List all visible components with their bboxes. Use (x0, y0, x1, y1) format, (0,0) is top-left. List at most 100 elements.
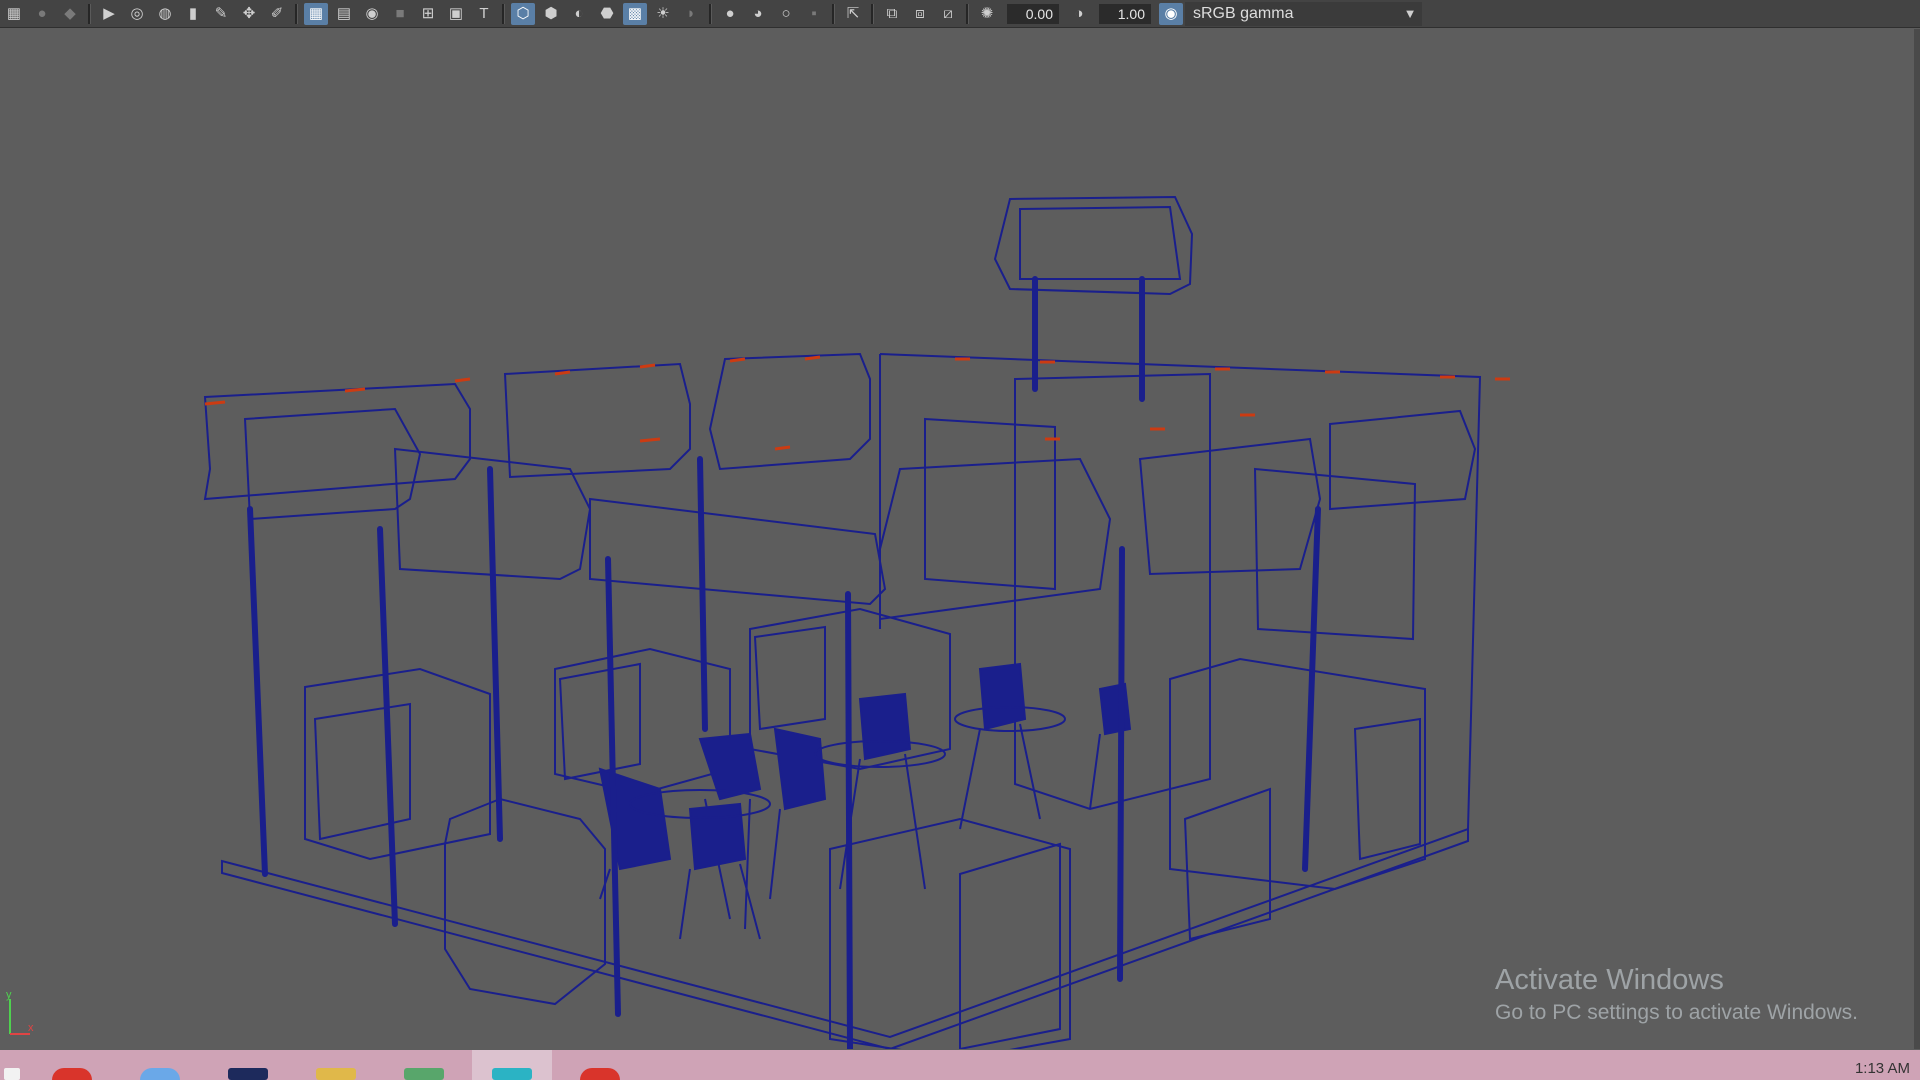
booth-right-1 (1169, 657, 1426, 941)
taskbar-chrome-2[interactable] (560, 1050, 640, 1080)
motion-blur-icon[interactable]: ◕ (746, 3, 770, 25)
folder-icon (316, 1068, 356, 1080)
safe-action-icon[interactable]: ▣ (444, 3, 468, 25)
marker (729, 357, 746, 363)
activate-windows-watermark: Activate Windows Go to PC settings to ac… (1495, 964, 1858, 1025)
exposure-icon[interactable]: ✺ (975, 3, 999, 25)
notepad-icon (404, 1068, 444, 1080)
beam-ring-1 (203, 382, 471, 501)
chrome-icon (52, 1068, 92, 1080)
toolbar-gates-group: ▦ ▤ ◉ ■ ⊞ ▣ T (302, 0, 498, 28)
wireframe-icon[interactable]: ⬡ (511, 2, 535, 25)
activate-windows-title: Activate Windows (1495, 964, 1724, 996)
toolbar-separator (709, 3, 712, 24)
lights-icon[interactable]: ☀ (651, 3, 675, 25)
viewport-toolbar: ▦ ● ◆ ▶ ◎ ◍ ▮ ✎ ✥ ✐ ▦ ▤ ◉ ■ ⊞ ▣ T ⬡ ⬢ ◐ … (0, 0, 1920, 28)
film-gate-icon[interactable]: ▤ (332, 3, 356, 25)
chevron-down-icon[interactable]: ▼ (1395, 2, 1425, 26)
gate-mask-icon[interactable]: ■ (388, 3, 412, 25)
marker (344, 387, 366, 393)
taskbar-file-explorer[interactable] (296, 1050, 376, 1080)
color-management-icon[interactable]: ◉ (1159, 2, 1183, 25)
beam-ring-9 (1329, 409, 1477, 511)
gamma-field[interactable]: 1.00 (1099, 3, 1151, 24)
safe-title-icon[interactable]: T (472, 3, 496, 25)
post (1302, 506, 1321, 872)
wireframe-scene (203, 195, 1510, 1049)
camera-attr-icon[interactable]: ◆ (58, 3, 82, 25)
photos-icon (140, 1068, 180, 1080)
beam-ring-7 (879, 457, 1112, 621)
marker (639, 363, 656, 369)
camera-attr-icon[interactable]: ◍ (153, 3, 177, 25)
taskbar-notepad[interactable] (384, 1050, 464, 1080)
photoshop-icon (228, 1068, 268, 1080)
marker (204, 400, 226, 406)
beam-ring-8 (1138, 437, 1322, 576)
post (697, 456, 708, 732)
taskbar-clock[interactable]: 1:13 AM (1855, 1060, 1910, 1077)
xray-joints-icon[interactable]: ⧉ (880, 3, 904, 25)
antialiasing-icon[interactable]: ○ (774, 3, 798, 25)
depth-of-field-icon[interactable]: ▪ (802, 3, 826, 25)
grid-icon[interactable]: ▦ (304, 2, 328, 25)
post (247, 506, 268, 877)
windows-taskbar: 1:13 AM (0, 1050, 1920, 1080)
windows-icon (4, 1068, 20, 1080)
perspective-viewport[interactable]: persp y x Activate Windows Go to PC sett… (0, 29, 1920, 1066)
toolbar-render-group: ● ◕ ○ ▪ (716, 0, 828, 28)
activate-windows-subtitle: Go to PC settings to activate Windows. (1495, 1001, 1858, 1024)
toolbar-separator (502, 3, 505, 24)
viewport-scrollbar[interactable] (1914, 29, 1920, 1049)
taskbar-maya[interactable] (472, 1050, 552, 1080)
axis-y-label: y (6, 989, 12, 1001)
beam-ring-6 (589, 497, 887, 606)
taskbar-chrome[interactable] (32, 1050, 112, 1080)
post (487, 466, 503, 842)
display-case (444, 797, 606, 1006)
taskbar-photos[interactable] (120, 1050, 200, 1080)
toolbar-shading-group: ⬡ ⬢ ◐ ⬣ ▩ ☀ ◗ (509, 0, 705, 28)
toolbar-separator (832, 3, 835, 24)
field-chart-icon[interactable]: ⊞ (416, 3, 440, 25)
post (845, 591, 853, 1049)
marker (639, 437, 661, 443)
bookmark-icon[interactable]: ▮ (181, 3, 205, 25)
camera-icon[interactable]: ▶ (97, 3, 121, 25)
camera-lock-icon[interactable]: ● (30, 3, 54, 25)
beam-ring-2 (503, 362, 691, 479)
camera-attr-icon[interactable]: ◎ (125, 3, 149, 25)
toolbar-separator (871, 3, 874, 24)
ambient-occlusion-icon[interactable]: ● (718, 3, 742, 25)
shadows-icon[interactable]: ◗ (679, 3, 703, 25)
xray-active-icon[interactable]: ⧈ (908, 3, 932, 25)
view-transform-dropdown[interactable]: sRGB gamma (1185, 2, 1422, 26)
smooth-shade-icon[interactable]: ⬢ (539, 3, 563, 25)
sign-frame (993, 195, 1194, 296)
image-plane-icon[interactable]: ✎ (209, 3, 233, 25)
post (377, 526, 398, 927)
wireframe-on-shaded-icon[interactable]: ⬣ (595, 3, 619, 25)
back-wall (879, 353, 1482, 830)
toolbar-camera-group: ▦ ● ◆ ▶ ◎ ◍ ▮ ✎ ✥ ✐ (0, 0, 291, 28)
chair (959, 662, 1041, 830)
backface-culling-icon[interactable]: ⧄ (936, 3, 960, 25)
booth-left (304, 667, 491, 861)
default-material-icon[interactable]: ◐ (567, 3, 591, 25)
beam-ring-3 (708, 352, 871, 471)
marker (774, 445, 791, 451)
beam-ring-4 (243, 407, 422, 521)
gamma-icon[interactable]: ◑ (1067, 3, 1091, 25)
2d-pan-zoom-icon[interactable]: ✥ (237, 3, 261, 25)
exposure-field[interactable]: 0.00 (1007, 3, 1059, 24)
resolution-gate-icon[interactable]: ◉ (360, 3, 384, 25)
taskbar-photoshop[interactable] (208, 1050, 288, 1080)
isolate-select-icon[interactable]: ⇱ (841, 3, 865, 25)
post (1117, 546, 1125, 982)
axis-gizmo-icon: y x (6, 989, 34, 1035)
toolbar-separator (88, 3, 91, 24)
grease-pencil-icon[interactable]: ✐ (265, 3, 289, 25)
select-camera-icon[interactable]: ▦ (2, 3, 26, 25)
start-button[interactable] (0, 1050, 24, 1080)
xray-icon[interactable]: ▩ (623, 2, 647, 25)
